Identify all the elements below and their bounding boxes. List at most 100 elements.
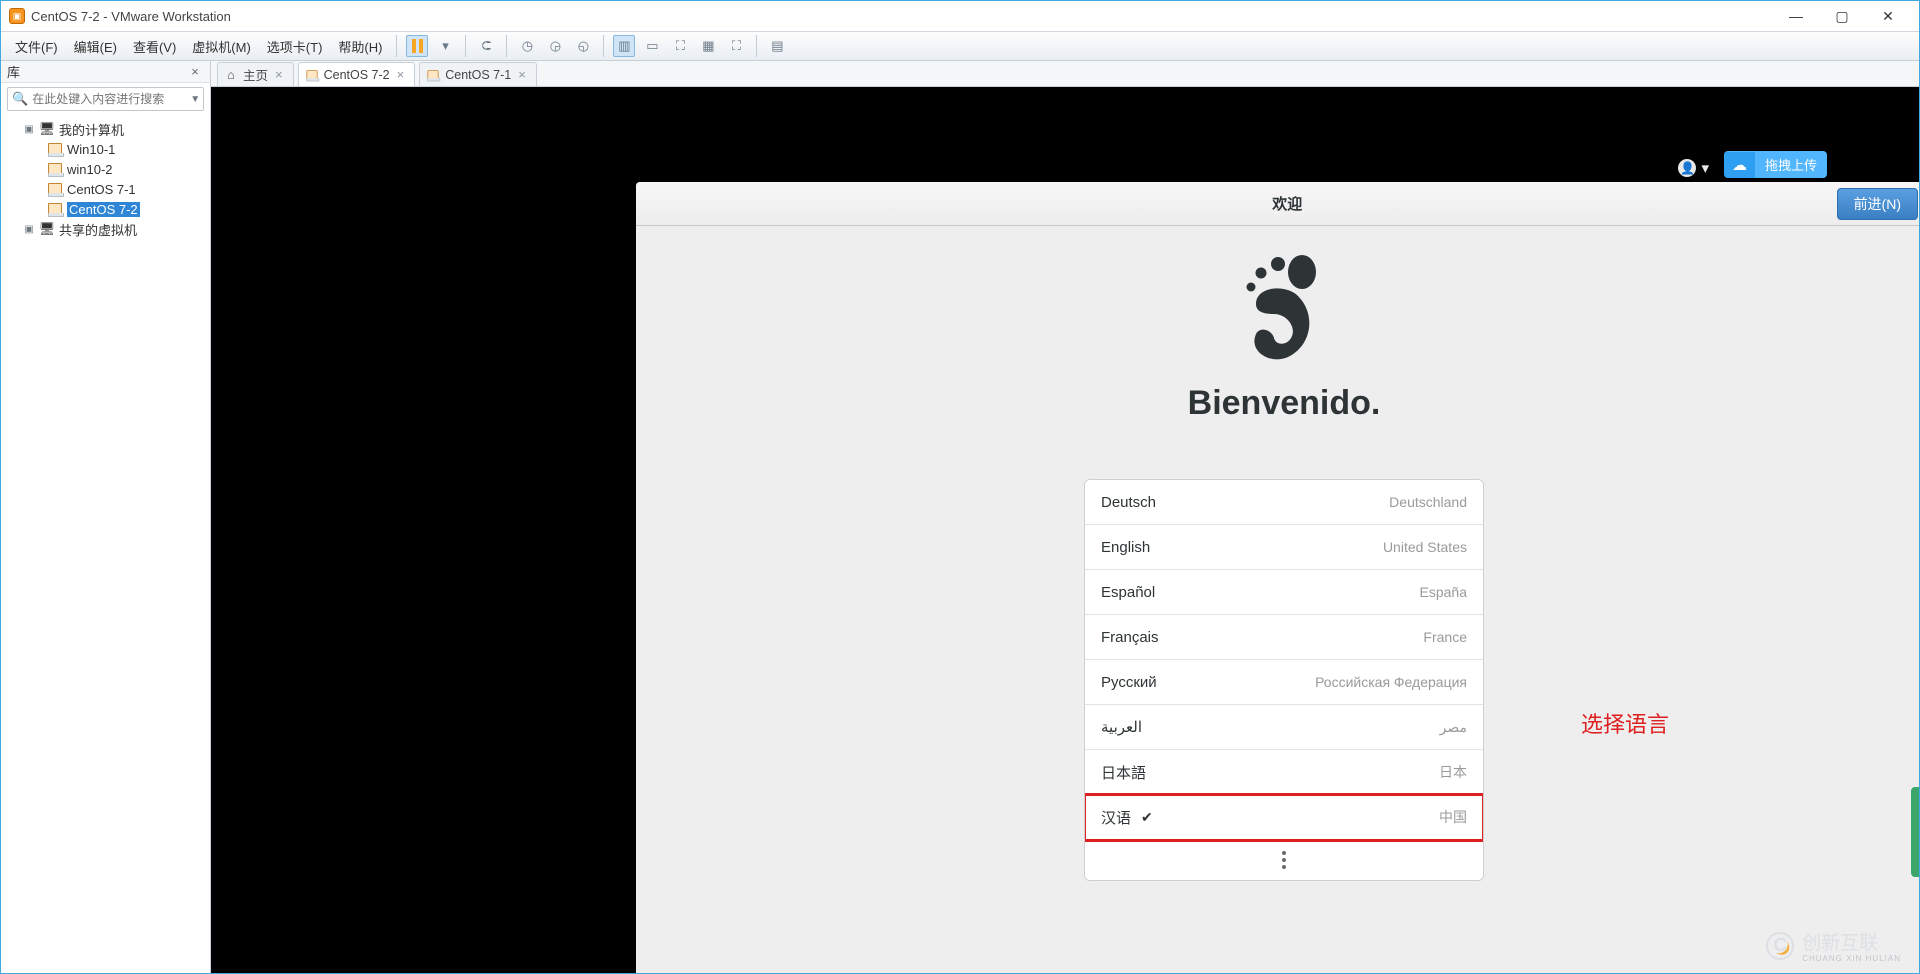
- menu-edit[interactable]: 编辑(E): [66, 34, 125, 59]
- watermark-logo-icon: C: [1766, 932, 1794, 960]
- language-name: 日本語: [1101, 762, 1146, 783]
- next-button[interactable]: 前进(N): [1837, 188, 1918, 220]
- tree-vm-centos7-2[interactable]: CentOS 7-2: [5, 199, 210, 219]
- library-sidebar: 库 × 🔍 ▼ ▣ 🖥 我的计算机 Win10-1: [1, 61, 211, 973]
- menu-view[interactable]: 查看(V): [125, 34, 184, 59]
- gnome-topbar-right: 👤 ▾: [1678, 159, 1709, 177]
- language-row[interactable]: Français France: [1085, 615, 1483, 660]
- language-name: Русский: [1101, 674, 1157, 691]
- dialog-title: 欢迎: [738, 193, 1837, 214]
- language-row[interactable]: 日本語 日本: [1085, 750, 1483, 795]
- search-dropdown[interactable]: ▼: [187, 94, 203, 105]
- watermark-text: 创新互联: [1802, 933, 1878, 954]
- menu-tabs[interactable]: 选项卡(T): [259, 34, 331, 59]
- tab-centos7-1[interactable]: CentOS 7-1 ×: [419, 62, 537, 86]
- language-name: العربية: [1101, 718, 1142, 736]
- tree-label: win10-2: [67, 162, 113, 177]
- toolbar-unity-button[interactable]: ▦: [697, 35, 719, 57]
- tree-vm-win10-2[interactable]: win10-2: [5, 159, 210, 179]
- language-region: France: [1423, 629, 1467, 645]
- library-title: 库: [7, 62, 20, 81]
- gnome-logo-icon: [1238, 254, 1330, 364]
- language-region: United States: [1383, 539, 1467, 555]
- close-button[interactable]: ✕: [1865, 1, 1911, 31]
- toolbar-power-dropdown[interactable]: ▾: [434, 35, 456, 57]
- tree-twisty-icon: ▣: [23, 124, 35, 135]
- watermark-sub: CHUANG XIN HULIAN: [1802, 955, 1901, 963]
- menu-vm[interactable]: 虚拟机(M): [184, 34, 259, 59]
- vm-icon: [47, 201, 63, 217]
- tab-bar: ⌂ 主页 × CentOS 7-2 × CentOS 7-1 ×: [211, 61, 1919, 87]
- menubar: 文件(F) 编辑(E) 查看(V) 虚拟机(M) 选项卡(T) 帮助(H) ▾ …: [1, 31, 1919, 61]
- tree-label: CentOS 7-1: [67, 182, 136, 197]
- language-list: DeutschDeutschlandEnglishUnited StatesEs…: [1084, 479, 1484, 881]
- search-icon: 🔍: [12, 91, 28, 107]
- vm-viewport: ☁ 拖拽上传 👤 ▾ 欢迎 前进(N): [211, 87, 1919, 973]
- dialog-header: 欢迎 前进(N): [636, 182, 1919, 226]
- library-search[interactable]: 🔍 ▼: [7, 87, 204, 111]
- toolbar-library-button[interactable]: ▤: [766, 35, 788, 57]
- vm-icon: [305, 68, 319, 82]
- toolbar-snapshot-button[interactable]: ◷: [516, 35, 538, 57]
- language-row[interactable]: 汉语✔中国: [1085, 795, 1483, 840]
- accessibility-icon[interactable]: 👤: [1678, 159, 1696, 177]
- language-region: España: [1420, 584, 1467, 600]
- vm-icon: [426, 68, 440, 82]
- language-row[interactable]: Русский Российская Федерация: [1085, 660, 1483, 705]
- right-tab-handle[interactable]: [1911, 787, 1919, 877]
- tab-centos7-2[interactable]: CentOS 7-2 ×: [298, 62, 416, 86]
- tab-close-button[interactable]: ×: [395, 67, 407, 82]
- minimize-button[interactable]: —: [1773, 1, 1819, 31]
- tree-label: 共享的虚拟机: [59, 220, 137, 239]
- tab-close-button[interactable]: ×: [516, 67, 528, 82]
- tree-label: CentOS 7-2: [67, 202, 140, 217]
- library-close-button[interactable]: ×: [186, 64, 204, 79]
- dropdown-icon[interactable]: ▾: [1701, 159, 1709, 177]
- tree-vm-centos7-1[interactable]: CentOS 7-1: [5, 179, 210, 199]
- language-name: Français: [1101, 629, 1159, 646]
- check-icon: ✔: [1141, 809, 1153, 826]
- tree-root-my-computer[interactable]: ▣ 🖥 我的计算机: [5, 119, 210, 139]
- language-region: 中国: [1439, 807, 1467, 827]
- language-row[interactable]: العربية مصر: [1085, 705, 1483, 750]
- tree-label: 我的计算机: [59, 120, 124, 139]
- tab-label: CentOS 7-2: [324, 68, 390, 82]
- menu-help[interactable]: 帮助(H): [330, 34, 390, 59]
- library-search-input[interactable]: [32, 92, 187, 106]
- language-region: Российская Федерация: [1315, 674, 1467, 690]
- upload-badge[interactable]: ☁ 拖拽上传: [1724, 151, 1827, 178]
- window-title: CentOS 7-2 - VMware Workstation: [31, 9, 231, 24]
- maximize-button[interactable]: ▢: [1819, 1, 1865, 31]
- vm-icon: [47, 161, 63, 177]
- tab-home[interactable]: ⌂ 主页 ×: [217, 62, 294, 86]
- pause-vm-button[interactable]: [406, 35, 428, 57]
- language-region: 日本: [1439, 762, 1467, 782]
- cloud-icon: ☁: [1724, 152, 1755, 178]
- upload-label: 拖拽上传: [1755, 151, 1827, 178]
- toolbar-console-button[interactable]: ▭: [641, 35, 663, 57]
- menu-file[interactable]: 文件(F): [7, 34, 66, 59]
- language-name: Español: [1101, 584, 1155, 601]
- tab-close-button[interactable]: ×: [273, 67, 285, 82]
- app-icon: ▣: [9, 8, 25, 24]
- toolbar-revert-button[interactable]: ◶: [544, 35, 566, 57]
- toolbar-manage-snap-button[interactable]: ◵: [572, 35, 594, 57]
- tree-shared-vms[interactable]: ▣ 🖥 共享的虚拟机: [5, 219, 210, 239]
- tree-label: Win10-1: [67, 142, 115, 157]
- toolbar-thumbnail-button[interactable]: ▥: [613, 35, 635, 57]
- toolbar-fullscreen-button[interactable]: ⛶: [725, 35, 747, 57]
- home-icon: ⌂: [224, 68, 238, 82]
- tab-label: CentOS 7-1: [445, 68, 511, 82]
- toolbar-stretch-button[interactable]: ⛶: [669, 35, 691, 57]
- computer-icon: 🖥: [39, 121, 55, 137]
- language-row[interactable]: Deutsch Deutschland: [1085, 480, 1483, 525]
- tree-vm-win10-1[interactable]: Win10-1: [5, 139, 210, 159]
- language-region: Deutschland: [1389, 494, 1467, 510]
- language-more-button[interactable]: [1085, 840, 1483, 880]
- language-row[interactable]: Español España: [1085, 570, 1483, 615]
- toolbar-send-cad-button[interactable]: ⮈: [475, 35, 497, 57]
- language-name: Deutsch: [1101, 494, 1156, 511]
- language-row[interactable]: EnglishUnited States: [1085, 525, 1483, 570]
- library-header: 库 ×: [1, 61, 210, 83]
- language-region: مصر: [1440, 719, 1467, 736]
